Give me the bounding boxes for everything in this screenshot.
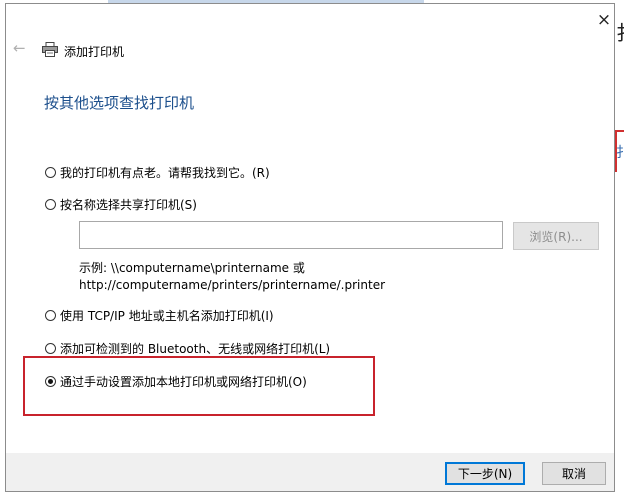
annotation-highlight-box: [23, 356, 375, 416]
option-old-printer[interactable]: 我的打印机有点老。请帮我找到它。(R): [45, 164, 270, 181]
printer-icon: [42, 42, 58, 57]
page-heading: 按其他选项查找打印机: [44, 94, 195, 112]
browse-button[interactable]: 浏览(R)...: [513, 222, 599, 250]
shared-printer-name-input[interactable]: [79, 221, 503, 249]
background-window-glyph: 扌: [616, 23, 624, 43]
shared-printer-example: 示例: \\computername\printername 或 http://…: [79, 260, 385, 294]
example-line-2: http://computername/printers/printername…: [79, 278, 386, 292]
option-bluetooth-printer[interactable]: 添加可检测到的 Bluetooth、无线或网络打印机(L): [45, 340, 330, 357]
background-window: [616, 0, 624, 495]
close-icon[interactable]: ×: [593, 9, 615, 31]
example-line-1: 示例: \\computername\printername 或: [79, 261, 305, 275]
option-tcpip-printer[interactable]: 使用 TCP/IP 地址或主机名添加打印机(I): [45, 307, 274, 324]
radio-shared-printer[interactable]: [45, 199, 56, 210]
background-window-link-glyph: 扌: [616, 145, 624, 161]
option-tcpip-printer-label: 使用 TCP/IP 地址或主机名添加打印机(I): [60, 309, 274, 323]
radio-tcpip-printer[interactable]: [45, 310, 56, 321]
option-bluetooth-printer-label: 添加可检测到的 Bluetooth、无线或网络打印机(L): [60, 342, 331, 356]
wizard-title: 添加打印机: [64, 45, 125, 59]
option-old-printer-label: 我的打印机有点老。请帮我找到它。(R): [60, 166, 270, 180]
radio-bluetooth-printer[interactable]: [45, 343, 56, 354]
radio-old-printer[interactable]: [45, 167, 56, 178]
next-button[interactable]: 下一步(N): [445, 462, 525, 485]
option-shared-printer-label: 按名称选择共享打印机(S): [60, 198, 197, 212]
back-arrow-icon[interactable]: ←: [13, 41, 26, 56]
option-shared-printer[interactable]: 按名称选择共享打印机(S): [45, 196, 197, 213]
cancel-button[interactable]: 取消: [542, 462, 606, 485]
add-printer-dialog: × ← 添加打印机 按其他选项查找打印机 我的打印机有点老。请帮我找到它。(R)…: [5, 3, 615, 492]
